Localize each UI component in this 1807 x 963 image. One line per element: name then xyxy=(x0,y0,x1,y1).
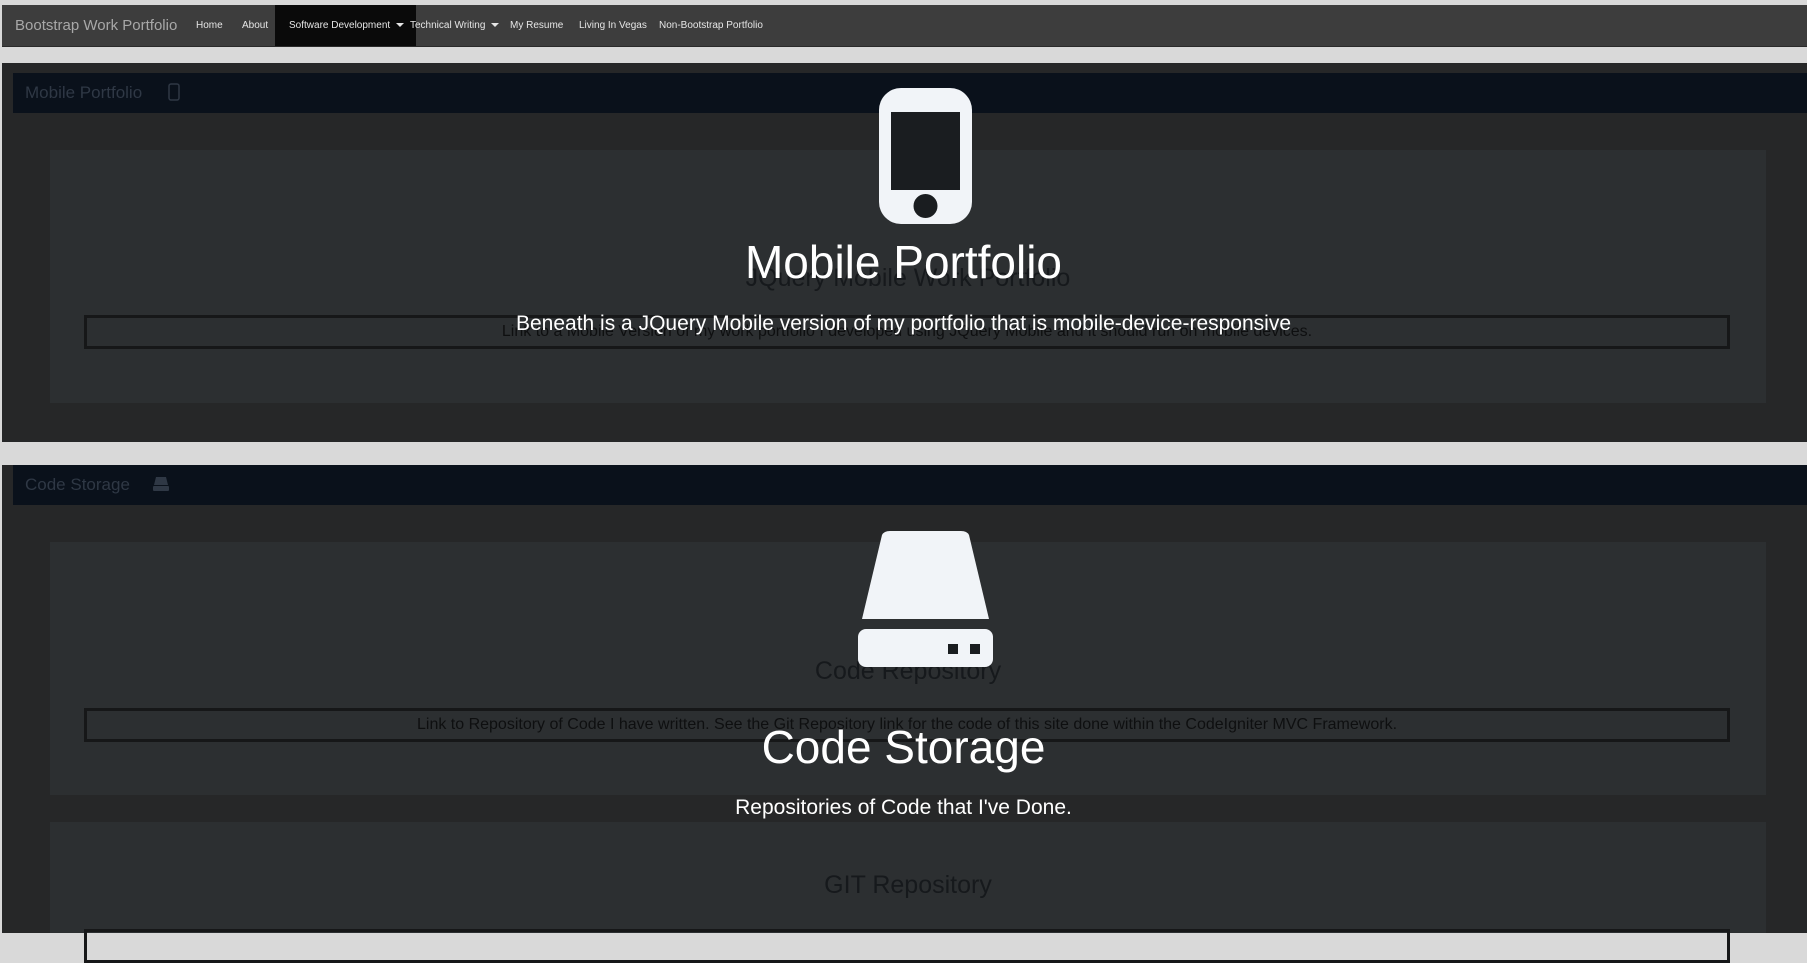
caret-down-icon xyxy=(491,23,500,28)
nav-about[interactable]: About xyxy=(242,5,268,46)
git-repository-card: GIT Repository xyxy=(50,822,1766,963)
mobile-phone-icon xyxy=(168,83,180,101)
section-header-title: Mobile Portfolio xyxy=(25,83,143,102)
nav-software-development-label: Software Development xyxy=(289,20,391,31)
navbar-brand[interactable]: Bootstrap Work Portfolio xyxy=(15,5,177,46)
git-repository-link-box[interactable] xyxy=(84,929,1730,963)
nav-technical-writing[interactable]: Technical Writing xyxy=(410,5,500,46)
section-header: Code Storage xyxy=(13,465,1807,505)
nav-living-in-vegas[interactable]: Living In Vegas xyxy=(579,5,647,46)
overlay-title: Mobile Portfolio xyxy=(744,236,1063,288)
nav-home[interactable]: Home xyxy=(196,5,223,46)
top-navbar: Bootstrap Work Portfolio Home About Soft… xyxy=(2,5,1807,47)
overlay-subtitle: Beneath is a JQuery Mobile version of my… xyxy=(515,312,1292,335)
nav-technical-writing-label: Technical Writing xyxy=(410,20,486,31)
nav-software-development[interactable]: Software Development xyxy=(275,5,417,46)
nav-non-bootstrap-portfolio[interactable]: Non-Bootstrap Portfolio xyxy=(659,5,763,46)
caret-down-icon xyxy=(396,23,405,28)
overlay-subtitle: Repositories of Code that I've Done. xyxy=(735,796,1072,819)
nav-my-resume[interactable]: My Resume xyxy=(510,5,563,46)
hard-drive-icon xyxy=(153,477,169,491)
hard-drive-icon xyxy=(858,531,993,667)
card-title: GIT Repository xyxy=(824,871,992,899)
section-header-title: Code Storage xyxy=(25,475,130,494)
mobile-phone-icon xyxy=(879,88,972,224)
overlay-title: Code Storage xyxy=(761,721,1046,773)
